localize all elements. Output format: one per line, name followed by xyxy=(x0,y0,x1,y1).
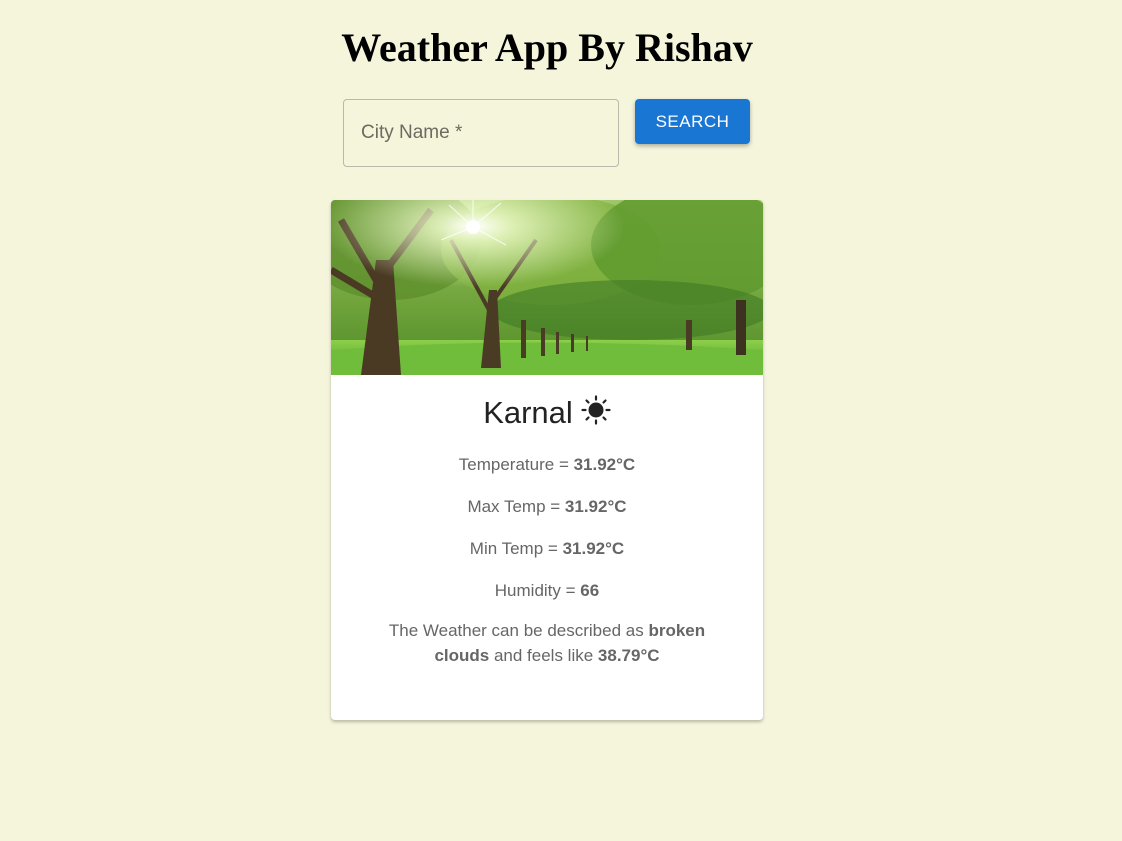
temperature-value: 31.92°C xyxy=(573,455,636,474)
humidity-line: Humidity = 66 xyxy=(331,581,763,601)
landscape-image xyxy=(331,200,763,375)
min-temp-label: Min Temp = xyxy=(469,539,563,558)
description-prefix: The Weather can be described as xyxy=(388,621,649,640)
humidity-value: 66 xyxy=(580,581,600,600)
search-button[interactable]: SEARCH xyxy=(635,99,750,144)
page-title: Weather App By Rishav xyxy=(341,25,753,70)
temperature-label: Temperature = xyxy=(458,455,574,474)
city-name: Karnal xyxy=(483,395,573,430)
humidity-label: Humidity = xyxy=(494,581,581,600)
city-name-input[interactable]: City Name * xyxy=(343,99,619,167)
min-temp-value: 31.92°C xyxy=(562,539,625,558)
max-temp-value: 31.92°C xyxy=(564,497,627,516)
weather-card: Karnal Temperature = 31.92°C Max Temp = xyxy=(331,200,763,720)
max-temp-label: Max Temp = xyxy=(467,497,565,516)
weather-details: Karnal Temperature = 31.92°C Max Temp = xyxy=(331,395,763,668)
sun-icon xyxy=(581,395,611,425)
search-form: City Name * SEARCH xyxy=(343,99,750,167)
city-name-placeholder: City Name * xyxy=(361,122,463,143)
feels-like-value: 38.79°C xyxy=(597,646,660,665)
description-middle: and feels like xyxy=(489,646,598,665)
temperature-line: Temperature = 31.92°C xyxy=(331,455,763,475)
max-temp-line: Max Temp = 31.92°C xyxy=(331,497,763,517)
min-temp-line: Min Temp = 31.92°C xyxy=(331,539,763,559)
city-heading: Karnal xyxy=(331,395,763,431)
weather-description: The Weather can be described as broken c… xyxy=(367,618,727,668)
